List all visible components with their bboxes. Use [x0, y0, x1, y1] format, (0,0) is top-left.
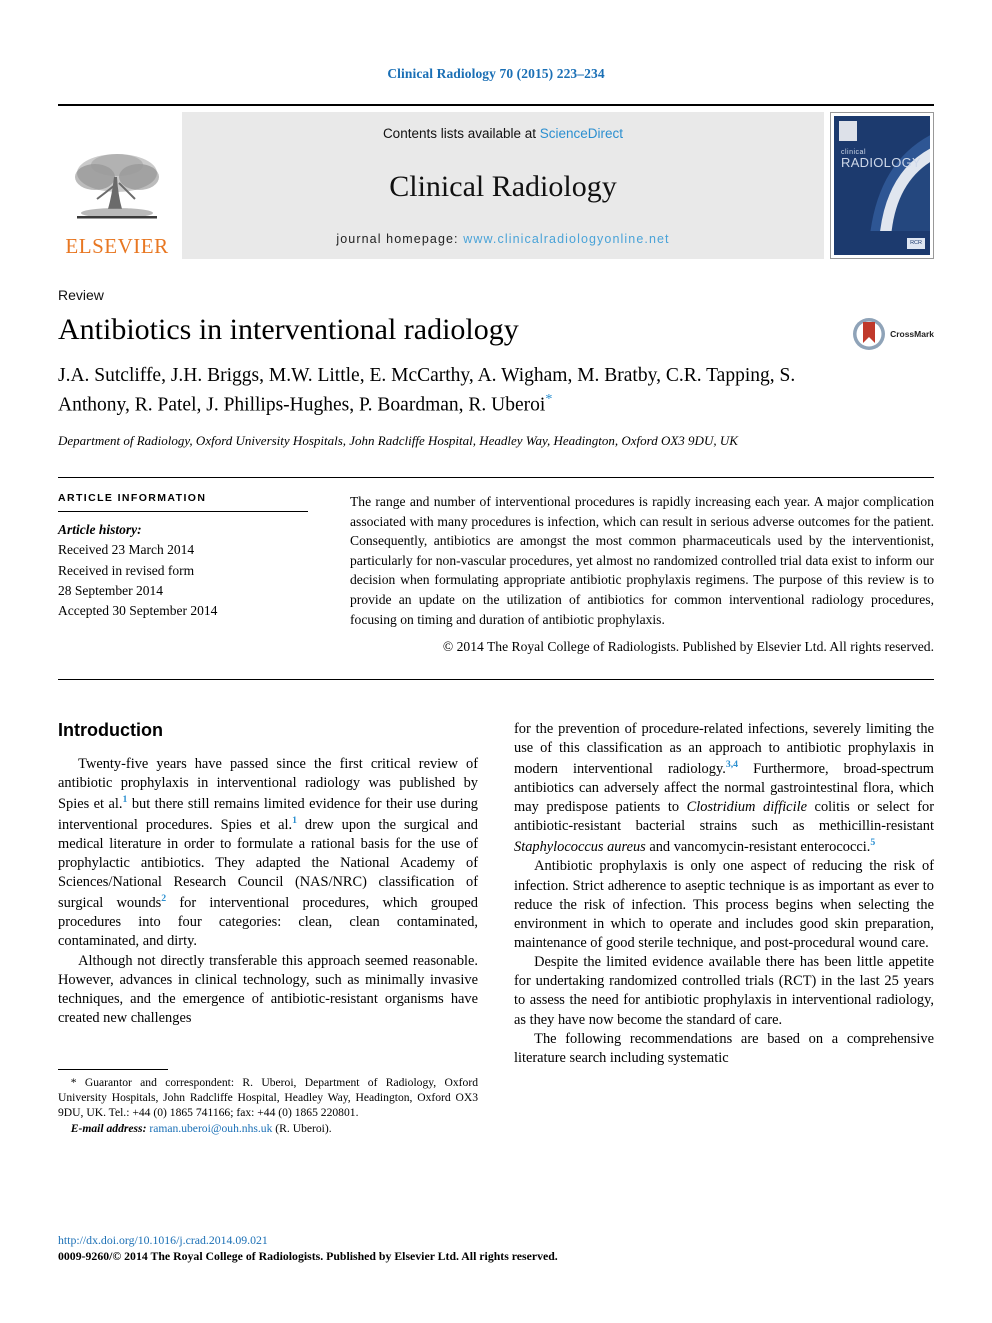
- elsevier-tree-icon: [75, 154, 159, 219]
- contents-available-line: Contents lists available at ScienceDirec…: [182, 126, 824, 141]
- journal-cover-thumbnail: clinical RADIOLOGY RCR: [830, 112, 934, 259]
- abstract-copyright: © 2014 The Royal College of Radiologists…: [442, 639, 934, 655]
- paragraph: for the prevention of procedure-related …: [514, 720, 934, 858]
- doi-link[interactable]: http://dx.doi.org/10.1016/j.crad.2014.09…: [58, 1233, 658, 1249]
- article-history-item: 28 September 2014: [58, 582, 163, 598]
- article-history: Article history: Received 23 March 2014 …: [58, 520, 308, 621]
- article-history-item: Received in revised form: [58, 562, 195, 578]
- paragraph: Antibiotic prophylaxis is only one aspec…: [514, 858, 934, 951]
- corresponding-author-marker[interactable]: *: [545, 391, 552, 407]
- cover-publisher-mark: [839, 121, 857, 141]
- paragraph: Twenty-five years have passed since the …: [58, 755, 478, 952]
- journal-article-page: Clinical Radiology 70 (2015) 223–234 ELS…: [0, 0, 992, 1323]
- cover-title: clinical RADIOLOGY: [841, 149, 921, 169]
- article-type-kicker: Review: [58, 287, 104, 303]
- organism-name: Clostridium difficile: [686, 799, 807, 816]
- footnote-rule: [58, 1068, 168, 1070]
- crossmark-badge[interactable]: CrossMark: [852, 317, 934, 351]
- issn-copyright-line: 0009-9260/© 2014 The Royal College of Ra…: [58, 1249, 558, 1264]
- crossmark-icon: [853, 318, 886, 350]
- body-columns: Introduction Twenty-five years have pass…: [58, 720, 934, 1137]
- author-names: J.A. Sutcliffe, J.H. Briggs, M.W. Little…: [58, 365, 796, 416]
- author-list: J.A. Sutcliffe, J.H. Briggs, M.W. Little…: [58, 363, 858, 419]
- elsevier-logo: ELSEVIER: [58, 112, 176, 259]
- reference-link[interactable]: 5: [870, 837, 875, 848]
- footnote-text: * Guarantor and correspondent: R. Uberoi…: [58, 1075, 478, 1121]
- organism-name: Staphylococcus aureus: [514, 839, 646, 856]
- section-heading-introduction: Introduction: [58, 719, 163, 740]
- article-history-label: Article history:: [58, 522, 142, 538]
- article-history-item: Accepted 30 September 2014: [58, 603, 218, 619]
- journal-banner-center: Contents lists available at ScienceDirec…: [182, 112, 824, 259]
- sciencedirect-link[interactable]: ScienceDirect: [540, 126, 623, 141]
- email-link[interactable]: raman.uberoi@ouh.nhs.uk: [149, 1122, 272, 1135]
- article-history-item: Received 23 March 2014: [58, 542, 195, 558]
- cover-society-badge: RCR: [907, 238, 925, 249]
- abstract-text: The range and number of interventional p…: [350, 494, 934, 627]
- article-information-rule: [58, 511, 308, 513]
- left-column: Introduction Twenty-five years have pass…: [58, 720, 478, 1137]
- contents-prefix: Contents lists available at: [382, 126, 540, 141]
- title-row: Antibiotics in interventional radiology …: [58, 313, 934, 351]
- journal-name: Clinical Radiology: [389, 169, 617, 203]
- corresponding-author-footnote: * Guarantor and correspondent: R. Uberoi…: [58, 1068, 478, 1137]
- homepage-prefix: journal homepage:: [336, 232, 464, 246]
- paragraph: The following recommendations are based …: [514, 1030, 934, 1066]
- footnote-email-line: E-mail address: raman.uberoi@ouh.nhs.uk …: [58, 1121, 478, 1136]
- paragraph: Despite the limited evidence available t…: [514, 954, 934, 1028]
- cover-title-line2: RADIOLOGY: [841, 155, 921, 170]
- abstract-block: The range and number of interventional p…: [350, 492, 934, 657]
- paragraph: Although not directly transferable this …: [58, 952, 478, 1027]
- affiliation: Department of Radiology, Oxford Universi…: [58, 433, 738, 449]
- journal-homepage-line: journal homepage: www.clinicalradiologyo…: [182, 232, 824, 246]
- elsevier-wordmark: ELSEVIER: [65, 234, 169, 258]
- email-suffix: (R. Uberoi).: [272, 1121, 332, 1135]
- journal-citation-line: Clinical Radiology 70 (2015) 223–234: [387, 66, 605, 81]
- reference-link[interactable]: 3,4: [726, 759, 738, 770]
- abstract-bottom-rule: [58, 678, 934, 680]
- journal-homepage-link[interactable]: www.clinicalradiologyonline.net: [463, 232, 669, 246]
- email-label: E-mail address:: [70, 1121, 147, 1135]
- page-footer: http://dx.doi.org/10.1016/j.crad.2014.09…: [58, 1233, 658, 1265]
- journal-banner: ELSEVIER Contents lists available at Sci…: [58, 104, 934, 259]
- journal-cover-art: clinical RADIOLOGY RCR: [834, 116, 930, 255]
- article-information-heading: ARTICLE INFORMATION: [58, 492, 207, 505]
- info-abstract-row: ARTICLE INFORMATION Article history: Rec…: [58, 478, 934, 657]
- paragraph-text: and vancomycin-resistant enterococci.: [645, 839, 871, 856]
- page-title: Antibiotics in interventional radiology: [58, 313, 519, 346]
- right-column: for the prevention of procedure-related …: [514, 720, 934, 1137]
- article-information-block: ARTICLE INFORMATION Article history: Rec…: [58, 492, 308, 657]
- footnote-body: Guarantor and correspondent: R. Uberoi, …: [58, 1075, 478, 1120]
- crossmark-label: CrossMark: [890, 329, 934, 339]
